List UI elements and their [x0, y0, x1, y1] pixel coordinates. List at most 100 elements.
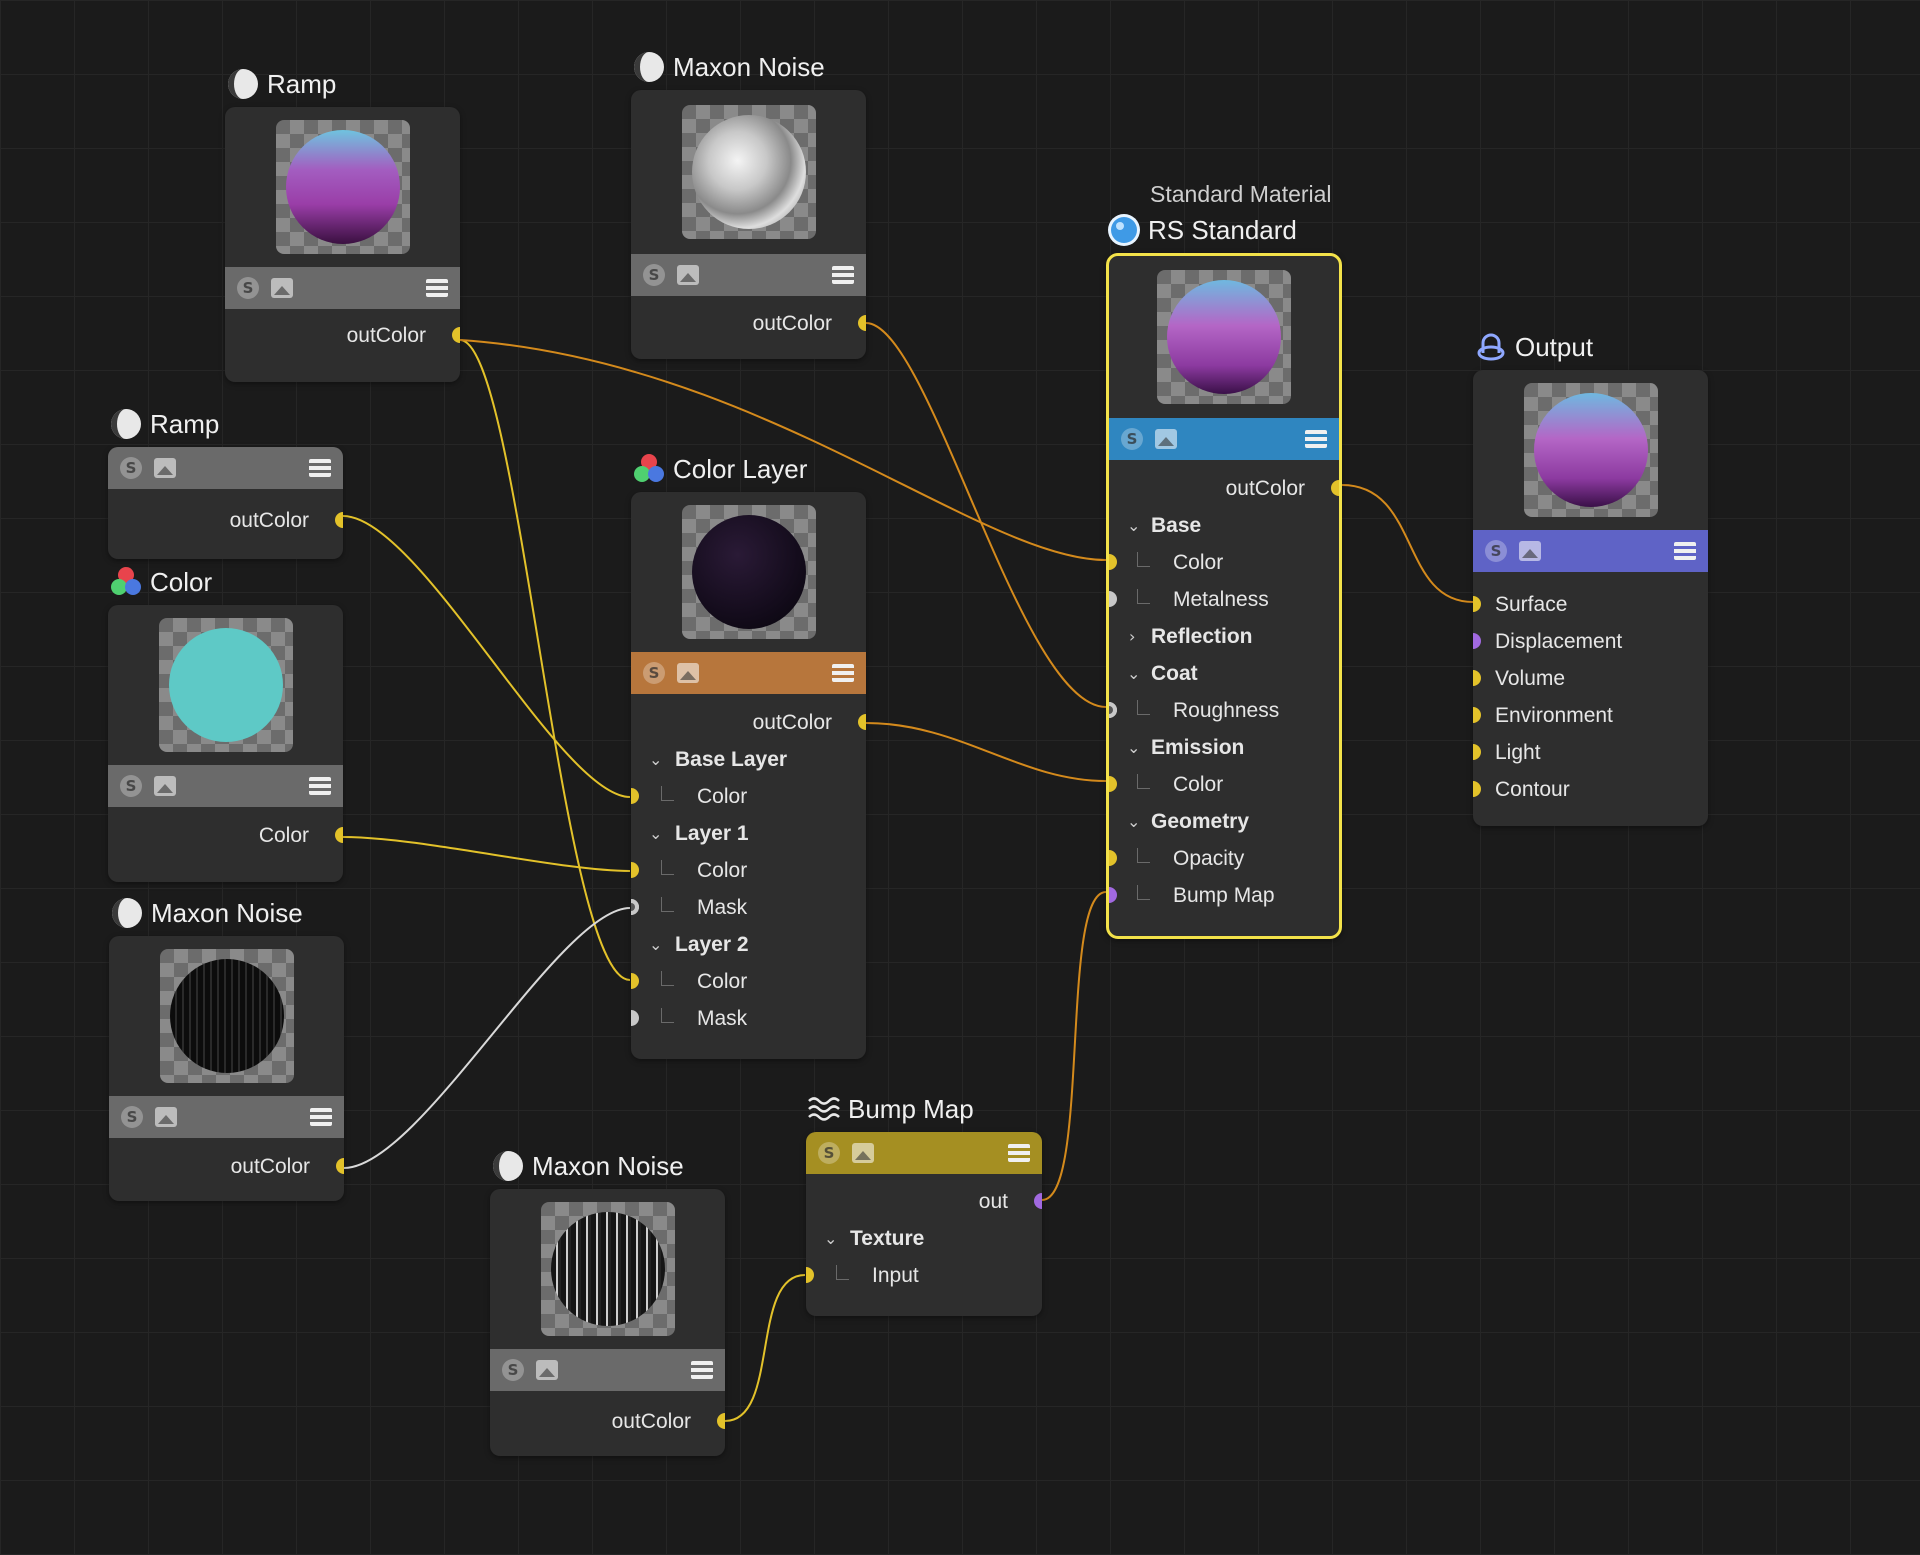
node-title: Color: [108, 563, 212, 601]
solo-icon[interactable]: S: [237, 277, 259, 299]
menu-icon[interactable]: [1305, 430, 1327, 448]
input-port[interactable]: [631, 788, 639, 804]
menu-icon[interactable]: [309, 777, 331, 795]
solo-icon[interactable]: S: [120, 775, 142, 797]
port-row-color: Color: [108, 817, 343, 854]
chevron-down-icon[interactable]: ⌄: [649, 926, 662, 963]
output-port[interactable]: [452, 327, 460, 343]
material-preview: [681, 105, 816, 239]
input-port[interactable]: [1109, 702, 1117, 718]
input-port[interactable]: [1473, 670, 1481, 686]
chevron-down-icon[interactable]: ⌄: [649, 741, 662, 778]
solo-icon[interactable]: S: [643, 662, 665, 684]
node-bump-map[interactable]: Bump Map S out ⌄ Texture Input: [806, 1094, 1042, 1316]
menu-icon[interactable]: [426, 279, 448, 297]
solo-icon[interactable]: S: [1485, 540, 1507, 562]
chevron-down-icon[interactable]: ⌄: [649, 815, 662, 852]
input-port[interactable]: [1109, 591, 1117, 607]
node-maxon-noise-top[interactable]: Maxon Noise S outColor: [631, 52, 866, 359]
input-port[interactable]: [1473, 707, 1481, 723]
node-title: Maxon Noise: [490, 1147, 684, 1185]
preview-image-icon[interactable]: [1155, 429, 1177, 449]
solo-icon[interactable]: S: [502, 1359, 524, 1381]
input-port[interactable]: [1109, 850, 1117, 866]
noise-shader-icon: [111, 409, 141, 439]
node-maxon-noise-left[interactable]: Maxon Noise S outColor: [109, 898, 344, 1201]
preview-image-icon[interactable]: [154, 458, 176, 478]
input-port[interactable]: [1109, 887, 1117, 903]
output-port[interactable]: [335, 827, 343, 843]
preview-image-icon[interactable]: [271, 278, 293, 298]
chevron-down-icon[interactable]: ⌄: [1127, 729, 1140, 766]
input-port[interactable]: [1473, 781, 1481, 797]
menu-icon[interactable]: [309, 459, 331, 477]
solo-icon[interactable]: S: [643, 264, 665, 286]
group-emission[interactable]: ⌄ Emission: [1109, 729, 1339, 766]
chevron-down-icon[interactable]: ⌄: [1127, 507, 1140, 544]
port-row-outcolor: outColor: [631, 305, 866, 342]
node-toolbar: S: [631, 254, 866, 296]
node-color-layer[interactable]: Color Layer S outColor ⌄ Base Layer Colo…: [631, 454, 866, 1059]
preview-image-icon[interactable]: [1519, 541, 1541, 561]
wire-color-to-layer1: [342, 836, 631, 872]
input-port[interactable]: [631, 973, 639, 989]
menu-icon[interactable]: [832, 664, 854, 682]
menu-icon[interactable]: [832, 266, 854, 284]
output-port[interactable]: [335, 512, 343, 528]
input-port[interactable]: [1109, 554, 1117, 570]
node-maxon-noise-bottom[interactable]: Maxon Noise S outColor: [490, 1151, 725, 1456]
menu-icon[interactable]: [1674, 542, 1696, 560]
output-port[interactable]: [1331, 480, 1339, 496]
output-port[interactable]: [1034, 1193, 1042, 1209]
preview-image-icon[interactable]: [536, 1360, 558, 1380]
preview-image-icon[interactable]: [677, 265, 699, 285]
port-row-base-color: Color: [1109, 544, 1339, 581]
solo-icon[interactable]: S: [1121, 428, 1143, 450]
node-ramp-top[interactable]: Ramp S outColor: [225, 69, 460, 382]
port-row-input: Input: [806, 1257, 1042, 1294]
chevron-down-icon[interactable]: ⌄: [1127, 803, 1140, 840]
group-texture[interactable]: ⌄ Texture: [806, 1220, 1042, 1257]
node-toolbar: S: [1109, 418, 1339, 460]
input-port[interactable]: [1473, 596, 1481, 612]
node-card: S outColor ⌄ Base Layer Color ⌄ Layer 1 …: [631, 492, 866, 1059]
menu-icon[interactable]: [310, 1108, 332, 1126]
node-color[interactable]: Color S Color: [108, 567, 343, 882]
group-layer-1[interactable]: ⌄ Layer 1: [631, 815, 866, 852]
output-port[interactable]: [717, 1413, 725, 1429]
port-row-emission-color: Color: [1109, 766, 1339, 803]
node-ramp-small[interactable]: Ramp S outColor: [108, 409, 343, 559]
output-port[interactable]: [858, 315, 866, 331]
group-reflection[interactable]: › Reflection: [1109, 618, 1339, 655]
input-port[interactable]: [1109, 776, 1117, 792]
preview-image-icon[interactable]: [677, 663, 699, 683]
menu-icon[interactable]: [1008, 1144, 1030, 1162]
preview-image-icon[interactable]: [154, 776, 176, 796]
input-port[interactable]: [1473, 744, 1481, 760]
input-port[interactable]: [1473, 633, 1481, 649]
node-rs-standard[interactable]: Standard Material RS Standard S outColor…: [1106, 181, 1342, 939]
output-port[interactable]: [336, 1158, 344, 1174]
group-geometry[interactable]: ⌄ Geometry: [1109, 803, 1339, 840]
chevron-down-icon[interactable]: ⌄: [1127, 655, 1140, 692]
solo-icon[interactable]: S: [120, 457, 142, 479]
input-port[interactable]: [806, 1267, 814, 1283]
group-layer-2[interactable]: ⌄ Layer 2: [631, 926, 866, 963]
menu-icon[interactable]: [691, 1361, 713, 1379]
output-port[interactable]: [858, 714, 866, 730]
group-base-layer[interactable]: ⌄ Base Layer: [631, 741, 866, 778]
group-coat[interactable]: ⌄ Coat: [1109, 655, 1339, 692]
preview-image-icon[interactable]: [155, 1107, 177, 1127]
solo-icon[interactable]: S: [121, 1106, 143, 1128]
port-row-surface: Surface: [1473, 586, 1708, 623]
input-port[interactable]: [631, 899, 639, 915]
node-toolbar: S: [490, 1349, 725, 1391]
solo-icon[interactable]: S: [818, 1142, 840, 1164]
chevron-down-icon[interactable]: ⌄: [824, 1220, 837, 1257]
group-base[interactable]: ⌄ Base: [1109, 507, 1339, 544]
input-port[interactable]: [631, 862, 639, 878]
node-output[interactable]: Output S Surface Displacement Volume Env…: [1473, 332, 1708, 826]
chevron-right-icon[interactable]: ›: [1129, 618, 1135, 655]
preview-image-icon[interactable]: [852, 1143, 874, 1163]
input-port[interactable]: [631, 1010, 639, 1026]
